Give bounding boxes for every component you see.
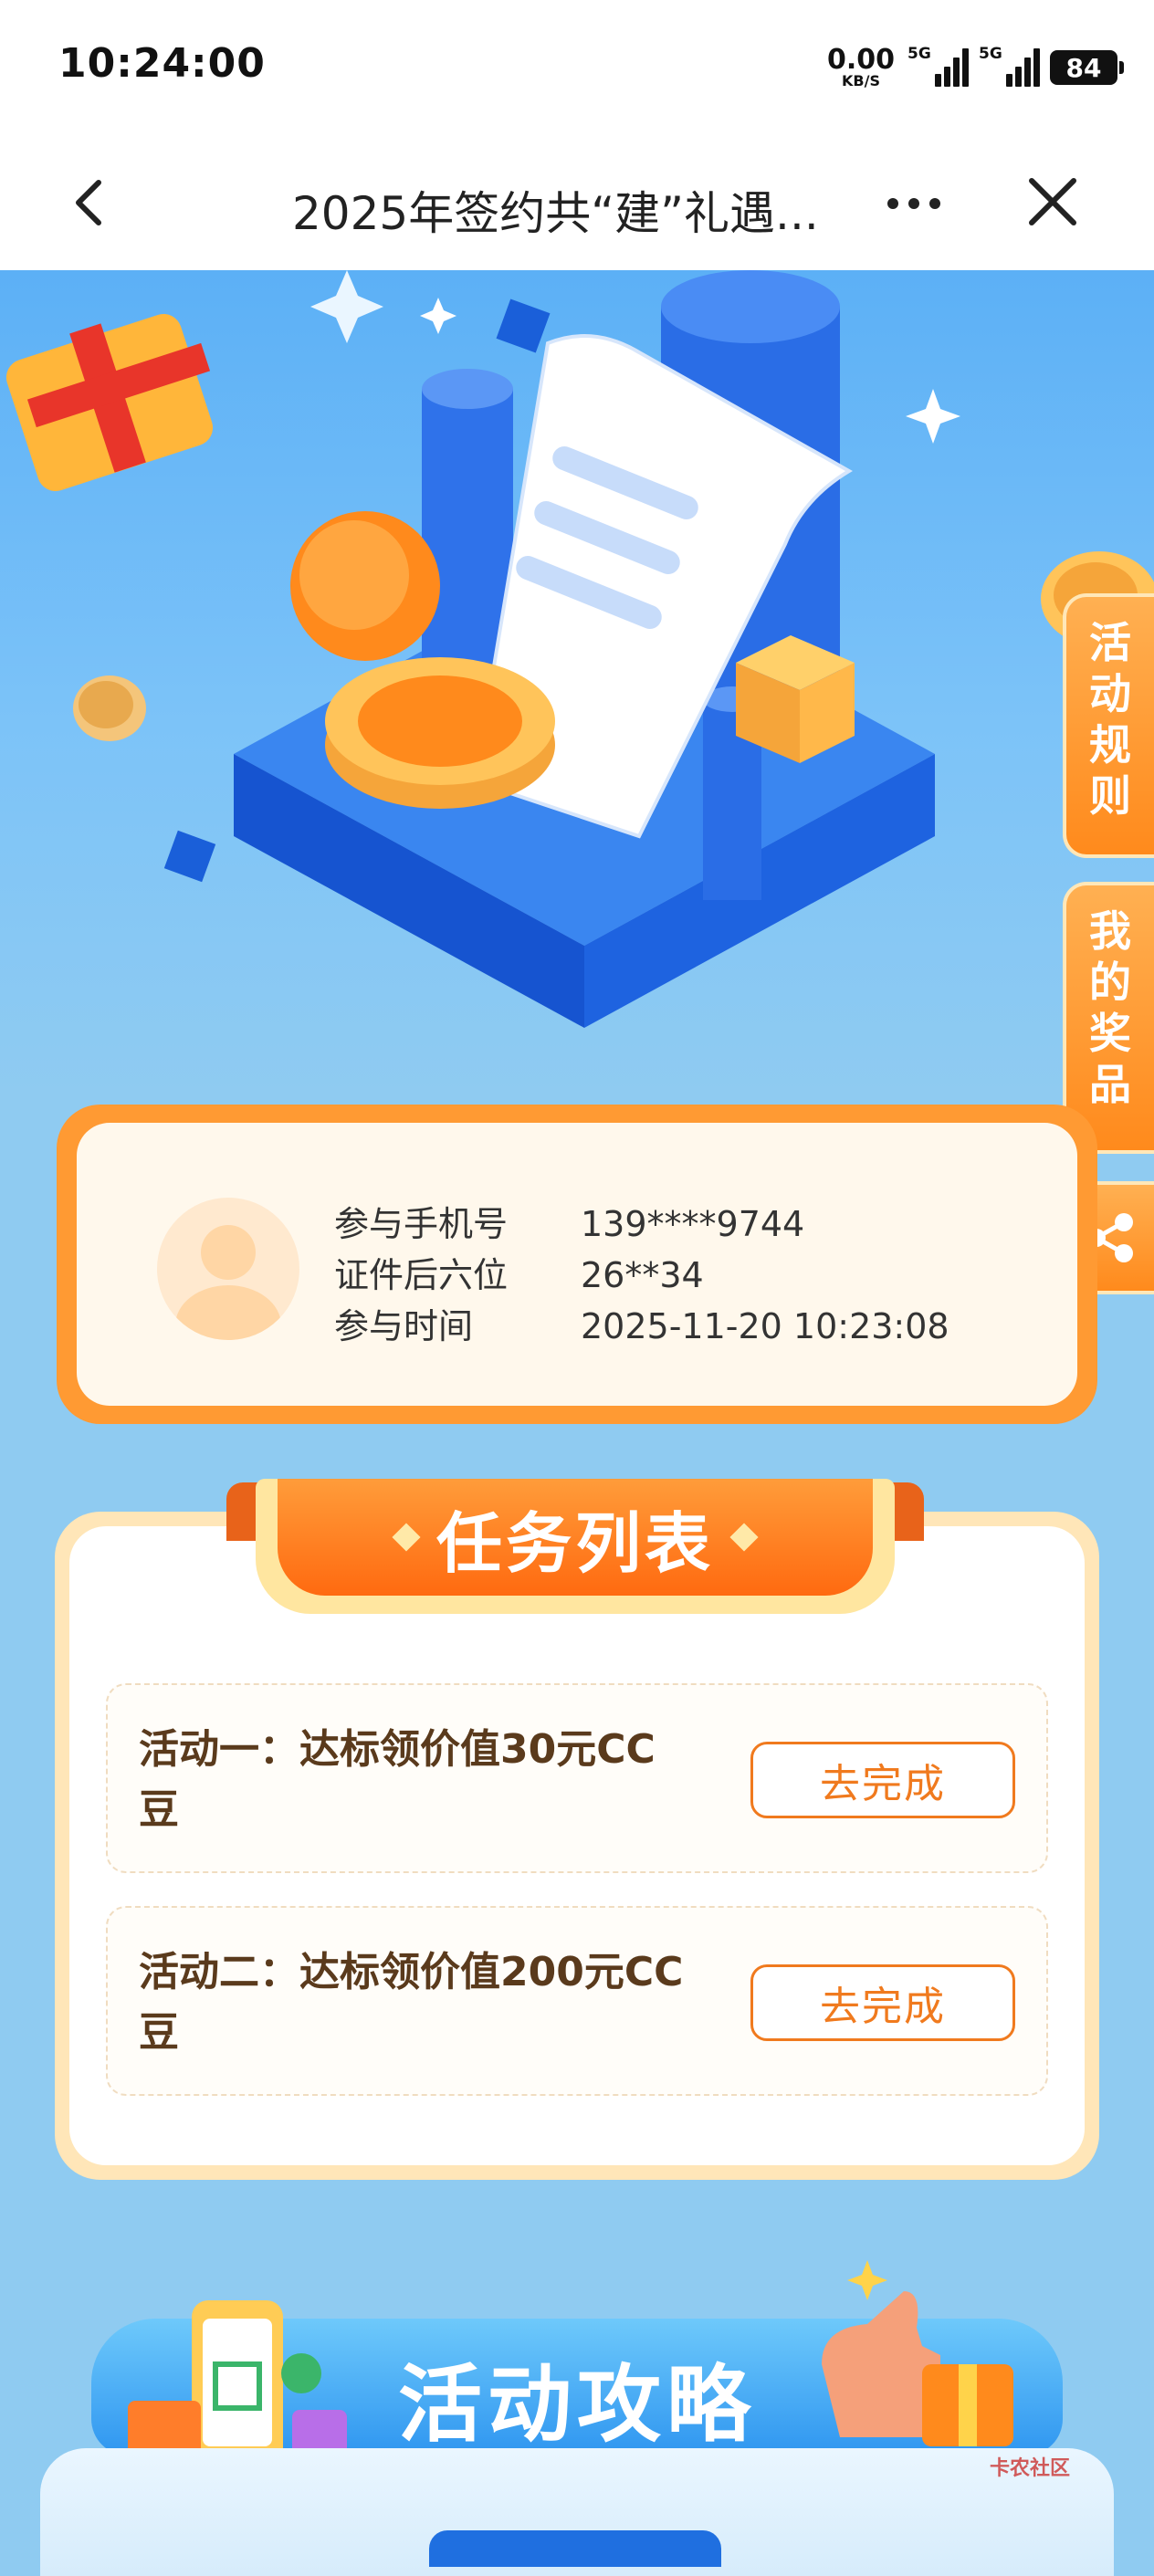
id-value: 26**34 xyxy=(581,1255,704,1295)
phone-row: 参与手机号 139****9744 xyxy=(334,1196,804,1246)
network-speed: 0.00 KB/S xyxy=(827,47,895,89)
signal-icon: 5G xyxy=(979,45,1040,90)
task-list-title: 任务列表 xyxy=(435,1504,714,1582)
status-bar: 10:24:00 0.00 KB/S 5G 5G 84 xyxy=(0,0,1154,137)
time-value: 2025-11-20 10:23:08 xyxy=(581,1306,949,1346)
activity-rules-char: 动 xyxy=(1089,669,1131,718)
more-icon[interactable] xyxy=(882,181,946,226)
page-title: 2025年签约共“建”礼遇... xyxy=(292,187,819,240)
bottom-action-button[interactable] xyxy=(429,2530,721,2567)
phone-label: 参与手机号 xyxy=(334,1204,509,1244)
my-prizes-char: 我 xyxy=(1089,906,1131,956)
battery-icon: 84 xyxy=(1050,50,1124,85)
close-icon[interactable] xyxy=(1023,172,1083,232)
my-prizes-char: 的 xyxy=(1089,958,1131,1007)
sim1-label: 5G xyxy=(907,45,931,63)
activity-rules-char: 则 xyxy=(1089,771,1131,821)
user-info-card: 参与手机号 139****9744 证件后六位 26**34 参与时间 2025-11… xyxy=(57,1105,1097,1424)
status-time: 10:24:00 xyxy=(58,40,266,87)
task-complete-button[interactable]: 去完成 xyxy=(750,1964,1015,2041)
task-item: 活动二：达标领价值200元CC豆 去完成 xyxy=(106,1906,1048,2096)
task-description: 活动二：达标领价值200元CC豆 xyxy=(139,1949,684,2056)
task-list-ribbon: 任务列表 xyxy=(256,1479,895,1614)
watermark: 卡农社区 xyxy=(990,2457,1071,2480)
hero-illustration xyxy=(5,270,1154,1028)
my-prizes-char: 奖 xyxy=(1089,1009,1131,1058)
task-description: 活动一：达标领价值30元CC豆 xyxy=(139,1726,656,1833)
network-speed-unit: KB/S xyxy=(842,72,880,89)
nav-bar: 2025年签约共“建”礼遇... xyxy=(0,137,1154,270)
diamond-icon xyxy=(392,1523,421,1552)
user-avatar-icon xyxy=(175,1225,281,1340)
user-info-card-inner: 参与手机号 139****9744 证件后六位 26**34 参与时间 2025-11… xyxy=(77,1123,1077,1406)
sim2-label: 5G xyxy=(979,45,1002,63)
back-icon[interactable] xyxy=(62,175,117,230)
activity-rules-tab[interactable]: 活 动 规 则 xyxy=(1063,593,1154,858)
time-label: 参与时间 xyxy=(334,1306,474,1346)
id-row: 证件后六位 26**34 xyxy=(334,1247,704,1297)
id-label: 证件后六位 xyxy=(334,1255,509,1295)
activity-rules-char: 活 xyxy=(1089,618,1131,667)
task-complete-button[interactable]: 去完成 xyxy=(750,1742,1015,1818)
my-prizes-char: 品 xyxy=(1089,1060,1131,1109)
task-item: 活动一：达标领价值30元CC豆 去完成 xyxy=(106,1683,1048,1873)
diamond-icon xyxy=(729,1523,759,1552)
thumbs-up-gift-illustration-icon xyxy=(822,2260,1013,2446)
time-row: 参与时间 2025-11-20 10:23:08 xyxy=(334,1298,949,1348)
avatar xyxy=(157,1198,299,1340)
network-speed-value: 0.00 xyxy=(826,44,895,76)
status-icons: 0.00 KB/S 5G 5G 84 xyxy=(827,40,1124,95)
signal-icon: 5G xyxy=(907,45,969,90)
hero-banner xyxy=(0,270,1154,1092)
activity-rules-char: 规 xyxy=(1089,720,1131,770)
task-list-ribbon-inner: 任务列表 xyxy=(278,1479,873,1596)
phone-value: 139****9744 xyxy=(581,1204,805,1244)
